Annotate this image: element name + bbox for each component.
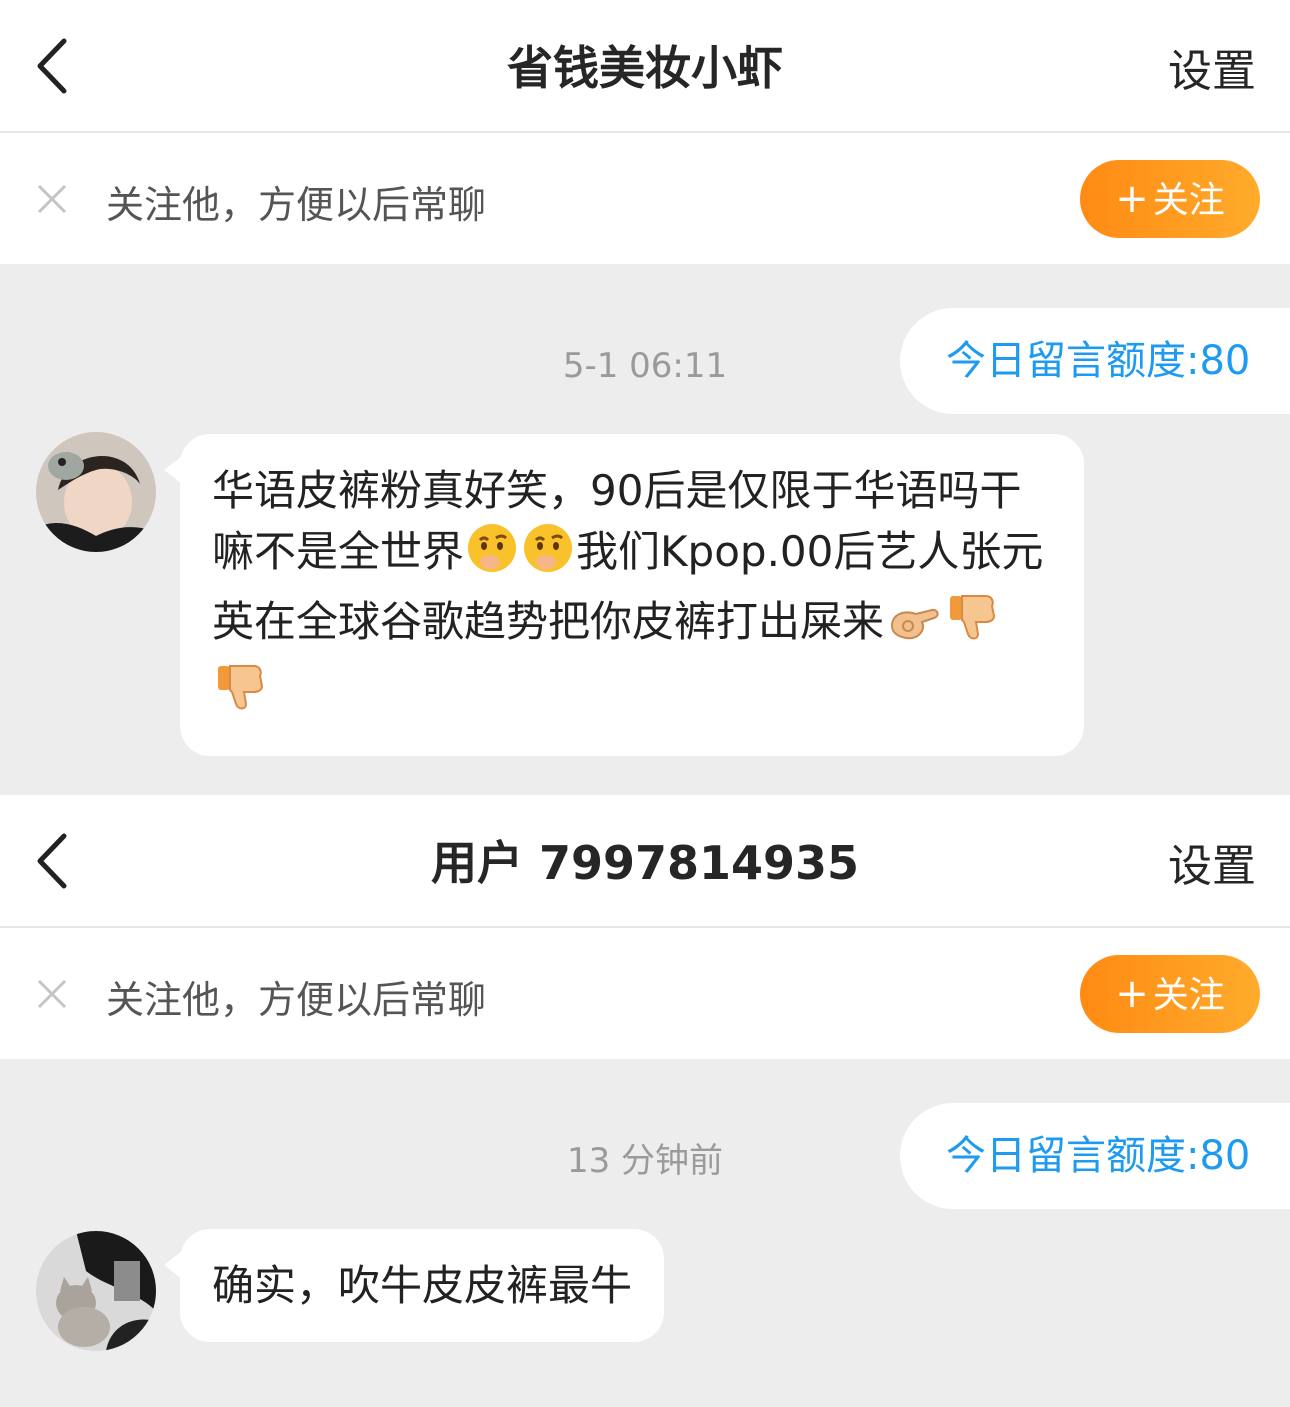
close-icon[interactable] [36,183,68,215]
avatar-image [36,432,156,552]
settings-button[interactable]: 设置 [1168,42,1256,102]
avatar[interactable] [36,432,156,552]
thumbs-down-icon [946,590,998,660]
message-text: 华语皮裤粉真好笑，90后是仅限于华语吗干嘛不是全世界 我们Kpop.00后艺人张元… [212,460,1052,730]
follow-suggestion-bar: 关注他，方便以后常聊 + 关注 [0,133,1290,264]
nav-bar: 用户 7997814935 设置 [0,795,1290,928]
thinking-face-icon [466,522,518,590]
follow-hint-text: 关注他，方便以后常聊 [106,183,487,227]
thinking-face-icon [522,522,574,590]
conversation-panel-1: 省钱美妆小虾 设置 关注他，方便以后常聊 + 关注 5-1 06:11 今日留言额… [0,0,1290,795]
bubble-tail [164,456,182,484]
follow-button[interactable]: + 关注 [1080,160,1260,238]
nav-bar: 省钱美妆小虾 设置 [0,0,1290,133]
close-icon[interactable] [36,978,68,1010]
avatar-image [36,1231,156,1351]
avatar[interactable] [36,1231,156,1351]
thumbs-down-icon [214,660,266,730]
message-bubble[interactable]: 确实，吹牛皮皮裤最牛 [164,1229,665,1342]
follow-hint-text: 关注他，方便以后常聊 [106,978,487,1022]
follow-button-label: 关注 [1152,180,1225,221]
plus-icon: + [1115,176,1149,222]
message-text: 确实，吹牛皮皮裤最牛 [212,1261,633,1310]
page-title: 用户 7997814935 [430,836,860,890]
page-title: 省钱美妆小虾 [507,41,783,95]
follow-button[interactable]: + 关注 [1080,955,1260,1033]
message-quota-badge: 今日留言额度:80 [900,1103,1290,1209]
settings-button[interactable]: 设置 [1168,837,1256,897]
conversation-panel-2: 用户 7997814935 设置 关注他，方便以后常聊 + 关注 13 分钟前 今… [0,795,1290,1407]
message-quota-badge: 今日留言额度:80 [900,308,1290,414]
bubble-tail [164,1251,182,1279]
message-bubble[interactable]: 华语皮裤粉真好笑，90后是仅限于华语吗干嘛不是全世界 我们Kpop.00后艺人张元… [164,434,1084,756]
follow-button-label: 关注 [1152,975,1225,1016]
plus-icon: + [1115,971,1149,1017]
beckon-hand-icon [886,596,942,660]
follow-suggestion-bar: 关注他，方便以后常聊 + 关注 [0,928,1290,1059]
